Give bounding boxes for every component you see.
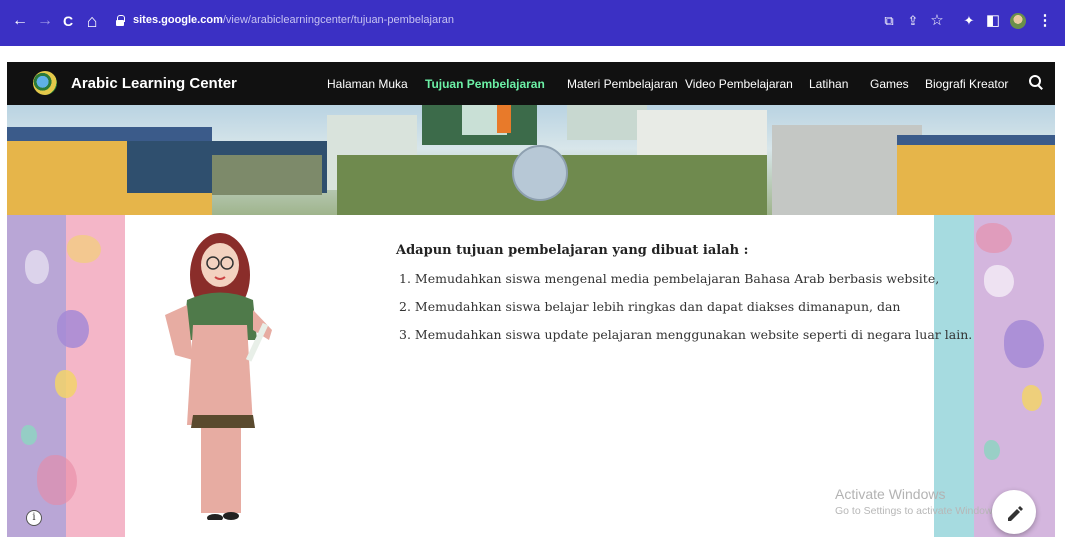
site-title[interactable]: Arabic Learning Center	[71, 75, 237, 92]
edit-button[interactable]	[992, 490, 1036, 534]
profile-icon[interactable]	[1009, 9, 1027, 33]
search-icon[interactable]	[1028, 74, 1044, 90]
nav-biografi-kreator[interactable]: Biografi Kreator	[925, 77, 1008, 91]
teacher-illustration	[165, 233, 272, 520]
main-content: Adapun tujuan pembelajaran yang dibuat i…	[7, 215, 1055, 537]
banner-image	[7, 105, 1055, 215]
activate-windows-subtitle: Go to Settings to activate Windows.	[835, 505, 1001, 517]
home-icon[interactable]: ⌂	[82, 9, 102, 33]
objectives-list: 1. Memudahkan siswa mengenal media pembe…	[399, 271, 972, 355]
nav-halaman-muka[interactable]: Halaman Muka	[327, 77, 408, 91]
decorative-pattern-left	[7, 215, 125, 537]
nav-materi-pembelajaran[interactable]: Materi Pembelajaran	[567, 77, 678, 91]
list-item: 1. Memudahkan siswa mengenal media pembe…	[399, 271, 940, 286]
site-logo[interactable]	[33, 71, 57, 95]
list-item: 2. Memudahkan siswa belajar lebih ringka…	[399, 299, 901, 314]
forward-arrow-icon[interactable]: →	[35, 9, 55, 33]
extensions-icon[interactable]: ✦	[960, 9, 978, 33]
site-header: Arabic Learning Center Halaman Muka Tuju…	[7, 62, 1055, 105]
sidepanel-icon[interactable]: ◧	[984, 9, 1002, 33]
nav-tujuan-pembelajaran[interactable]: Tujuan Pembelajaran	[425, 77, 545, 91]
share-icon[interactable]: ⇪	[904, 9, 922, 33]
url-path: /view/arabiclearningcenter/tujuan-pembel…	[222, 14, 454, 26]
nav-latihan[interactable]: Latihan	[809, 77, 848, 91]
reload-icon[interactable]: C	[58, 9, 78, 33]
list-item: 3. Memudahkan siswa update pelajaran men…	[399, 327, 973, 342]
decorative-pattern-right	[934, 215, 1055, 537]
back-arrow-icon[interactable]: ←	[10, 9, 30, 33]
star-icon[interactable]: ☆	[928, 9, 946, 33]
translate-icon[interactable]: ⧉	[880, 9, 898, 33]
objectives-intro: Adapun tujuan pembelajaran yang dibuat i…	[396, 243, 749, 258]
menu-icon[interactable]: ⋮	[1036, 9, 1054, 33]
url-text: sites.google.com/view/arabiclearningcent…	[133, 14, 454, 26]
browser-toolbar: ← → C ⌂ sites.google.com/view/arabiclear…	[0, 0, 1065, 46]
lock-icon	[116, 15, 125, 26]
nav-games[interactable]: Games	[870, 77, 909, 91]
pencil-icon	[1008, 506, 1023, 521]
address-bar[interactable]: sites.google.com/view/arabiclearningcent…	[106, 9, 846, 33]
activate-windows-title: Activate Windows	[835, 486, 946, 502]
info-icon[interactable]: i	[26, 510, 42, 526]
nav-video-pembelajaran[interactable]: Video Pembelajaran	[685, 77, 793, 91]
url-domain: sites.google.com	[133, 14, 223, 26]
